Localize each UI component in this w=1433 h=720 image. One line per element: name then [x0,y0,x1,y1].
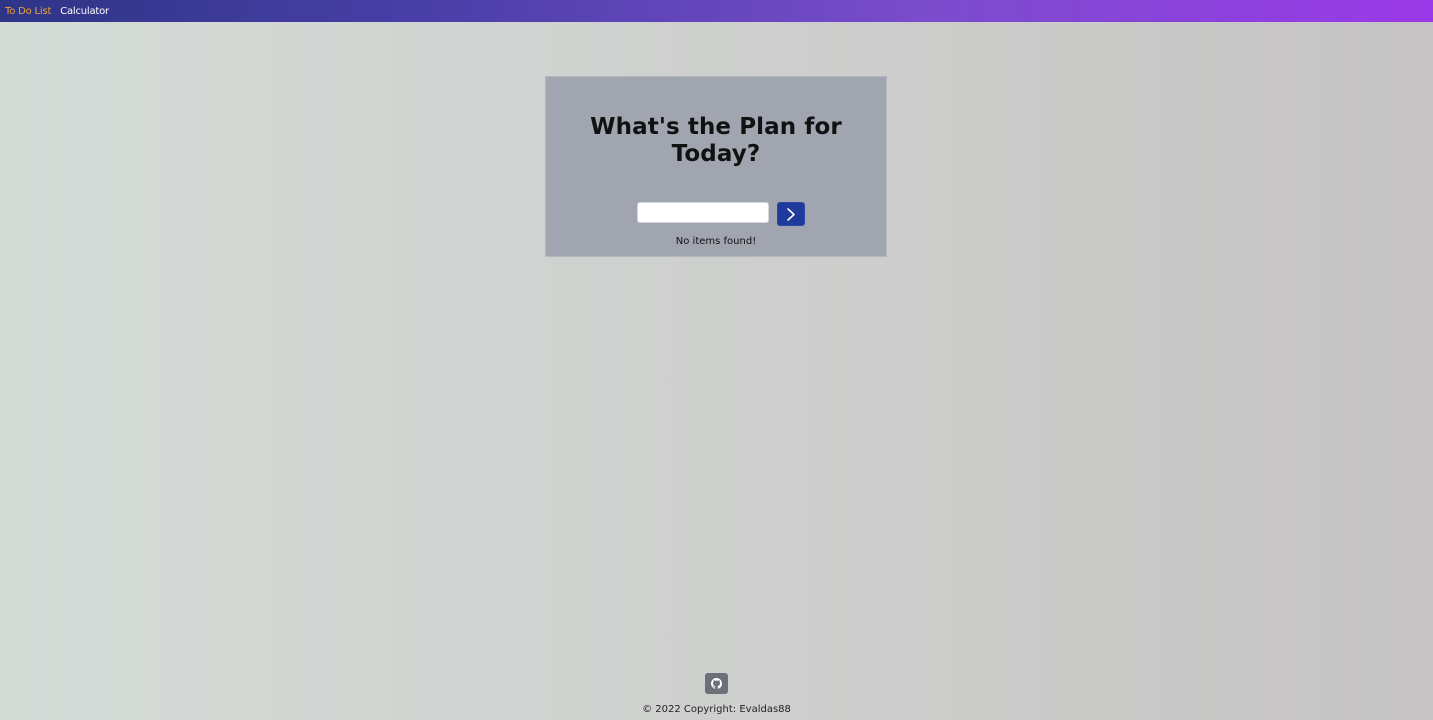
top-navbar: To Do List Calculator [0,0,1433,22]
empty-list-message: No items found! [675,236,757,247]
todo-input[interactable] [637,202,769,223]
page-title: What's the Plan for Today? [546,114,886,168]
chevron-right-icon [786,207,796,221]
nav-link-to-do-list[interactable]: To Do List [5,6,51,17]
todo-card: What's the Plan for Today? No items foun… [545,76,887,257]
github-icon [711,674,722,693]
title-line-1: What's the Plan for [590,114,842,140]
nav-link-calculator[interactable]: Calculator [60,6,109,17]
title-line-2: Today? [671,141,761,167]
add-item-button[interactable] [777,202,805,226]
footer-copyright: © 2022 Copyright: Evaldas88 [642,704,791,715]
github-link-button[interactable] [705,673,728,694]
